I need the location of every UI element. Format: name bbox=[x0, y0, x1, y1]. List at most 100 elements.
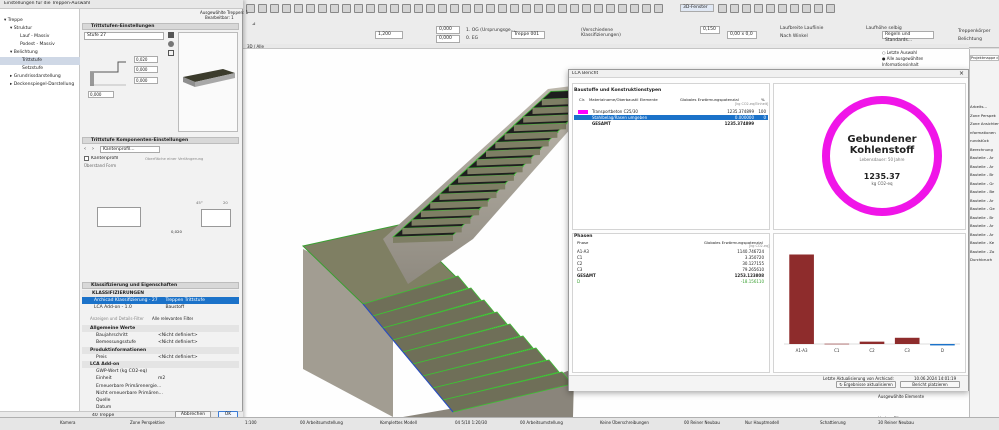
window-tool-icon[interactable] bbox=[366, 4, 375, 13]
project-map-item[interactable]: Bauteile - Ar bbox=[970, 155, 999, 160]
tree-item-deckenspiegel[interactable]: ▸ Deckenspiegel-Darstellung bbox=[10, 81, 78, 89]
material-row[interactable]: Stahlbelag/Rasen umgeben 0.000000 0 bbox=[574, 115, 768, 120]
tread-settings-header[interactable]: Trittstufen-Einstellungen bbox=[82, 23, 239, 30]
tread-icon-a[interactable] bbox=[168, 32, 174, 38]
zone-tool-icon[interactable] bbox=[390, 4, 399, 13]
orbit-icon[interactable] bbox=[754, 4, 763, 13]
project-map-item[interactable]: Zone Ansichten bbox=[970, 121, 999, 126]
tree-item-setzstufe[interactable]: Setzstufe bbox=[22, 65, 80, 73]
slab-tool-icon[interactable] bbox=[306, 4, 315, 13]
dialog-title-bar[interactable]: Einstellungen für die Treppen-Auswahl bbox=[0, 0, 243, 9]
project-search-input[interactable]: Projektmappe durchsu... bbox=[970, 55, 999, 61]
status-item[interactable]: 00 Arbeitsumstellung bbox=[520, 420, 563, 425]
railing-tool-icon[interactable] bbox=[342, 4, 351, 13]
property-row[interactable]: Nicht erneuerbare Primären... bbox=[82, 390, 239, 397]
pen-set-icon[interactable] bbox=[802, 4, 811, 13]
chart-bar[interactable] bbox=[894, 337, 920, 344]
classification-row-archicad[interactable]: Archicad Klassifizierung - 27 Treppen Tr… bbox=[82, 297, 239, 304]
phase-row[interactable]: A1-A3 1140.746724 bbox=[574, 249, 768, 254]
tree-item-trittstufe[interactable]: Trittstufe bbox=[0, 57, 80, 65]
project-map-item[interactable]: Bauteile - Ar bbox=[970, 223, 999, 228]
status-item[interactable]: 04 5/10 1:20/30 bbox=[455, 420, 487, 425]
layer-icon[interactable] bbox=[790, 4, 799, 13]
detail-tool-icon[interactable] bbox=[570, 4, 579, 13]
tread-icon-c[interactable] bbox=[168, 50, 174, 56]
tree-item-podest[interactable]: Podest - Massiv bbox=[20, 41, 78, 49]
zoom-out-icon[interactable] bbox=[730, 4, 739, 13]
spline-tool-icon[interactable] bbox=[498, 4, 507, 13]
tread-side-field[interactable]: 0,000 bbox=[88, 91, 114, 98]
filter-icon[interactable] bbox=[814, 4, 823, 13]
edge-profile-checkbox[interactable] bbox=[84, 156, 89, 161]
property-row[interactable]: Quelle bbox=[82, 397, 239, 404]
project-map-item[interactable]: rundstück bbox=[970, 138, 999, 143]
marquee-tool-icon[interactable] bbox=[258, 4, 267, 13]
chart-bar[interactable] bbox=[930, 344, 955, 346]
zoom-in-icon[interactable] bbox=[718, 4, 727, 13]
profile-select[interactable]: Kantenprofil... bbox=[100, 146, 160, 153]
tree-item-grundriss[interactable]: ▸ Grundrissdarstellung bbox=[10, 73, 78, 81]
phase-row[interactable]: D -18.156110 bbox=[574, 279, 768, 284]
arc-tool-icon[interactable] bbox=[474, 4, 483, 13]
top-story-label[interactable]: 1. OG (Ursprungsge... bbox=[466, 28, 515, 33]
chart-bar[interactable] bbox=[824, 343, 850, 345]
place-report-button[interactable]: Bericht platzieren bbox=[900, 381, 960, 388]
phase-row[interactable]: GESAMT 1253.123808 bbox=[574, 273, 768, 278]
curtain-wall-tool-icon[interactable] bbox=[642, 4, 651, 13]
label-tool-icon[interactable] bbox=[438, 4, 447, 13]
property-row[interactable]: Baujahrschritt <Nicht definiert> bbox=[82, 332, 239, 339]
project-map-item[interactable]: Arbeits... bbox=[970, 104, 999, 109]
project-map-item[interactable]: Bauteile - Ar bbox=[970, 164, 999, 169]
status-item[interactable]: Zone Perspektive bbox=[130, 420, 165, 425]
project-map-item[interactable]: Bauteile - Ar bbox=[970, 198, 999, 203]
beam-tool-icon[interactable] bbox=[294, 4, 303, 13]
tread-components-header[interactable]: Trittstufe Komponenten-Einstellungen bbox=[82, 137, 239, 144]
tree-item-lauf[interactable]: Lauf - Massiv bbox=[20, 33, 78, 41]
status-item[interactable]: Keine Überschreibungen bbox=[600, 420, 649, 425]
tread-offset-field[interactable]: 0,000 bbox=[134, 77, 158, 84]
tree-item-treppe[interactable]: ▾ Treppe bbox=[4, 17, 78, 25]
close-icon[interactable]: × bbox=[959, 70, 964, 77]
project-map-item[interactable]: Berechnung bbox=[970, 147, 999, 152]
status-item[interactable]: 1:100 bbox=[245, 420, 257, 425]
style-icon[interactable] bbox=[826, 4, 835, 13]
door-tool-icon[interactable] bbox=[354, 4, 363, 13]
tread-nosing-field[interactable]: 0,000 bbox=[134, 66, 158, 73]
rules-standards-button[interactable]: Regeln und Standards... bbox=[882, 31, 934, 43]
wall-tool-icon[interactable] bbox=[270, 4, 279, 13]
update-results-button[interactable]: ↻ Ergebnisse aktualisieren bbox=[836, 381, 896, 388]
property-row[interactable]: Erneuerbare Primärenergie... bbox=[82, 383, 239, 390]
project-map-item[interactable]: Bauteile - Gr bbox=[970, 181, 999, 186]
chevron-left-icon[interactable]: ‹ bbox=[84, 146, 90, 153]
roof-tool-icon[interactable] bbox=[318, 4, 327, 13]
classification-header[interactable]: Klassifizierung und Eigenschaften bbox=[82, 282, 239, 289]
lca-title-bar[interactable]: LCA Bericht × bbox=[569, 70, 968, 78]
phase-row[interactable]: C2 30.127155 bbox=[574, 261, 768, 266]
camera-tool-icon[interactable] bbox=[534, 4, 543, 13]
tread-icon-b[interactable] bbox=[168, 41, 174, 47]
bottom-offset-field[interactable]: 0,000 bbox=[436, 35, 460, 43]
status-item[interactable]: 00 Reiner Neubau bbox=[684, 420, 720, 425]
project-map-item[interactable]: Durchbruch bbox=[970, 257, 999, 262]
fill-tool-icon[interactable] bbox=[450, 4, 459, 13]
last-selection-radio[interactable]: ○ Letzte Auswahl bbox=[882, 50, 917, 55]
tree-item-struktur[interactable]: ▾ Struktur bbox=[10, 25, 78, 33]
project-map-item[interactable]: Bauteile - Br bbox=[970, 172, 999, 177]
phase-row[interactable]: C3 79.265610 bbox=[574, 267, 768, 272]
status-item[interactable]: Schattierung bbox=[820, 420, 846, 425]
property-row[interactable]: Preis <Nicht definiert> bbox=[82, 354, 239, 361]
classification-label[interactable]: (Verschiedene Klassifizierungen) bbox=[581, 28, 627, 38]
property-row[interactable]: GWP-Wert (kg CO2-eq) bbox=[82, 368, 239, 375]
project-map-item[interactable]: Bauteile - Ge bbox=[970, 206, 999, 211]
object-tool-icon[interactable] bbox=[378, 4, 387, 13]
dimension-tool-icon[interactable] bbox=[414, 4, 423, 13]
lighting-checkbox[interactable]: Belichtung bbox=[958, 37, 982, 42]
elevation-tool-icon[interactable] bbox=[558, 4, 567, 13]
chart-bar[interactable] bbox=[789, 254, 814, 344]
fit-window-icon[interactable] bbox=[742, 4, 751, 13]
all-selected-radio[interactable]: ● Alle ausgewählten bbox=[882, 56, 923, 61]
tree-item-belichtung[interactable]: ▾ Belichtung bbox=[10, 49, 78, 57]
render-icon[interactable] bbox=[654, 4, 663, 13]
property-row[interactable]: Bemessungsstufe <Nicht definiert> bbox=[82, 339, 239, 346]
tread-field[interactable]: 0,00 x 0,0 bbox=[727, 31, 757, 39]
